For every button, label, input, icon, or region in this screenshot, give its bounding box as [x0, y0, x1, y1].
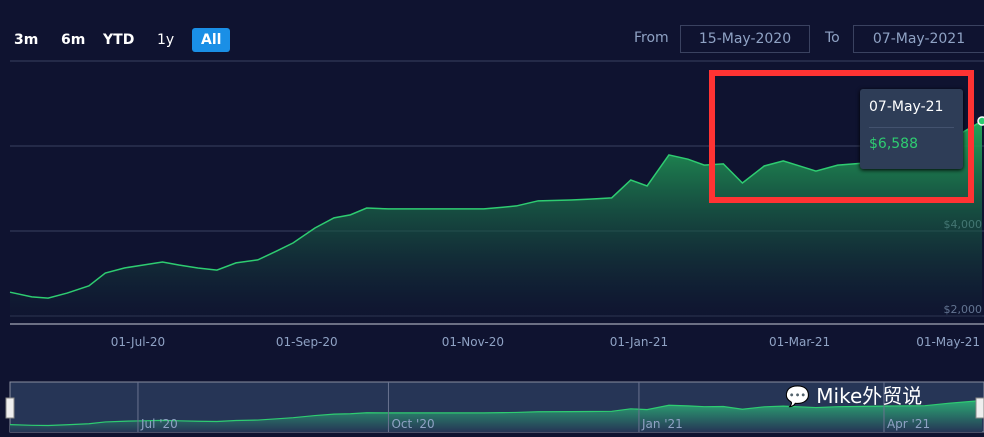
navigator-left-handle[interactable]	[5, 397, 15, 419]
x-tick-label: 01-Nov-20	[442, 335, 504, 349]
navigator-right-handle[interactable]	[975, 397, 984, 419]
watermark: 💬 Mike外贸说	[785, 380, 922, 409]
wechat-icon: 💬	[785, 384, 810, 408]
navigator-tick-label: Oct '20	[391, 417, 434, 431]
x-tick-label: 01-Jul-20	[111, 335, 165, 349]
navigator-tick-label: Apr '21	[887, 417, 930, 431]
tooltip-divider	[869, 127, 954, 128]
x-tick-label: 01-Jan-21	[610, 335, 668, 349]
price-chart[interactable]: $2,000$4,000 01-Jul-2001-Sep-2001-Nov-20…	[0, 0, 984, 437]
x-tick-label: 01-Sep-20	[276, 335, 338, 349]
x-tick-label: 01-Mar-21	[769, 335, 830, 349]
navigator-tick-label: Jul '20	[140, 417, 178, 431]
tooltip-date: 07-May-21	[869, 99, 944, 115]
x-tick-label: 01-May-21	[916, 335, 980, 349]
watermark-text: Mike外贸说	[816, 384, 923, 408]
tooltip-value: $6,588	[869, 136, 918, 152]
data-point	[977, 116, 984, 126]
tooltip: 07-May-21 $6,588	[860, 89, 963, 169]
navigator-tick-label: Jan '21	[641, 417, 683, 431]
area-fill	[10, 121, 982, 324]
